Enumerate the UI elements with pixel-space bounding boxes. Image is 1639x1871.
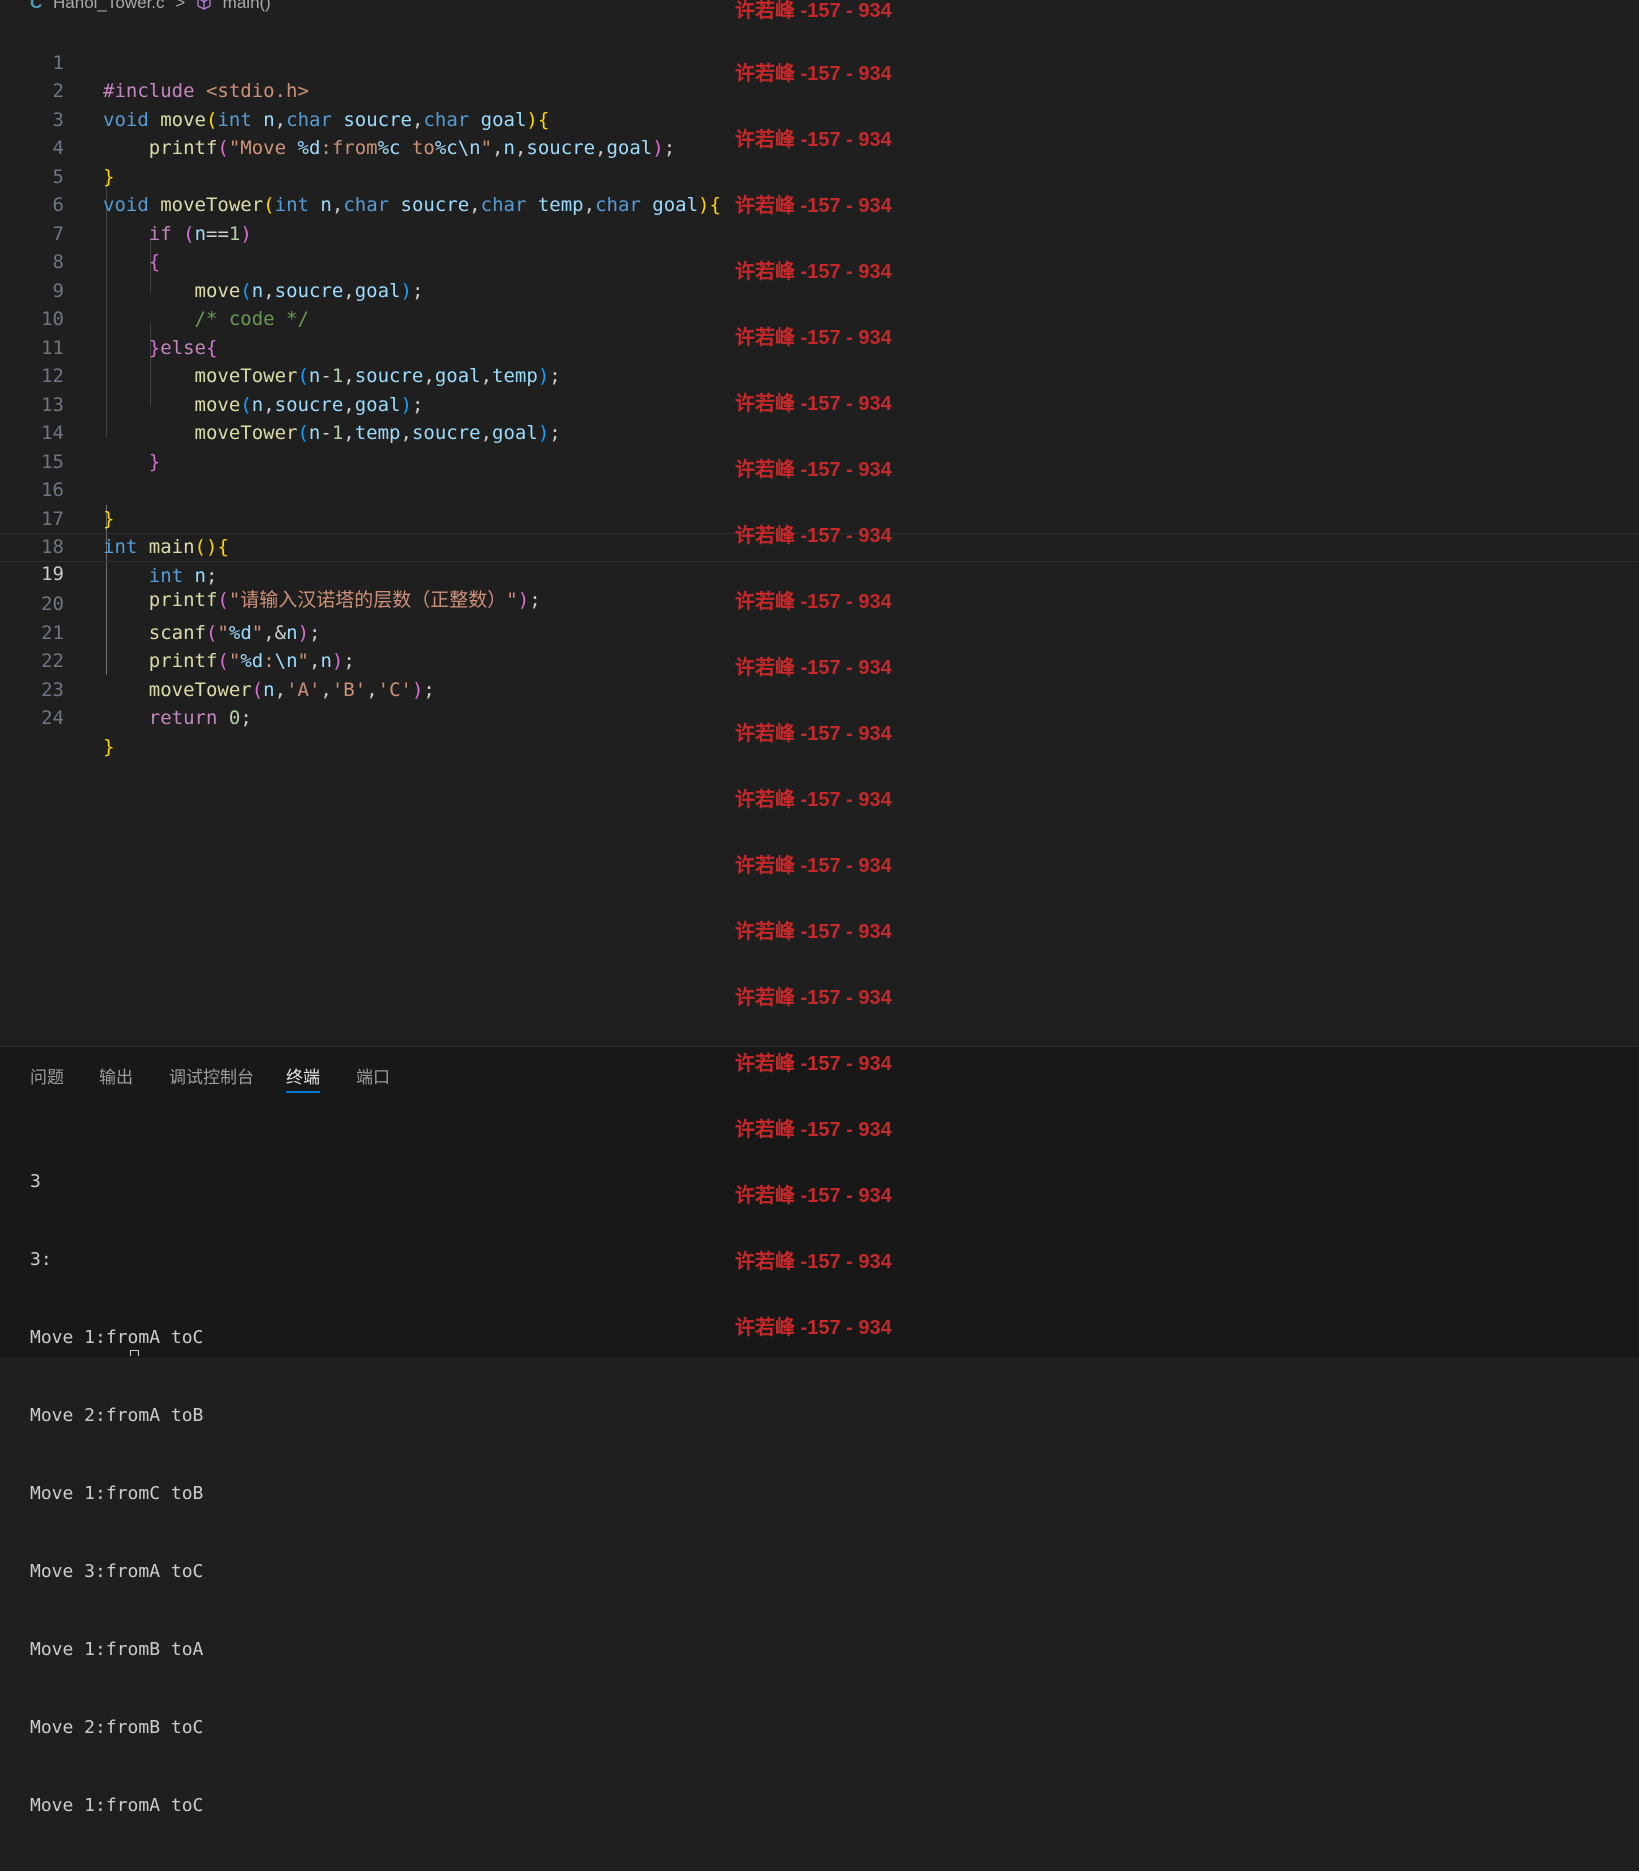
terminal-line: Move 1:fromC toB [30,1483,204,1504]
terminal-line: Move 3:fromA toC [30,1561,204,1582]
tab-problems[interactable]: 问题 [30,1063,64,1088]
tab-output[interactable]: 输出 [99,1063,133,1088]
code-line: 22 moveTower(n,'A','B','C'); [0,619,1639,701]
terminal-line: Move 2:fromB toC [30,1717,204,1738]
watermark: 许若峰 -157 - 934 [735,1119,892,1141]
watermark: 许若峰 -157 - 934 [735,63,892,85]
tab-terminal[interactable]: 终端 [286,1063,320,1093]
terminal-line: Move 1:fromB toA [30,1639,204,1660]
terminal-line: 3: [30,1249,52,1270]
breadcrumb-file[interactable]: Hanoi_Tower.c [53,0,165,12]
watermark: 许若峰 -157 - 934 [735,459,892,481]
watermark: 许若峰 -157 - 934 [735,1251,892,1273]
code-text: return 0; [148,707,252,729]
watermark: 许若峰 -157 - 934 [735,855,892,877]
breadcrumb-symbol[interactable]: main() [223,0,271,12]
watermark: 许若峰 -157 - 934 [735,921,892,943]
watermark: 许若峰 -157 - 934 [735,1317,892,1339]
terminal-cursor [130,1350,139,1356]
breadcrumb-separator: > [175,0,186,12]
code-line: 15 [0,419,1639,473]
terminal-line: Move 2:fromA toB [30,1405,204,1426]
watermark: 许若峰 -157 - 934 [735,327,892,349]
terminal-line: Move 1:fromA toC [30,1327,204,1348]
code-text: } [103,735,115,758]
watermark: 许若峰 -157 - 934 [735,723,892,745]
watermark: 许若峰 -157 - 934 [735,525,892,547]
watermark: 许若峰 -157 - 934 [735,129,892,151]
watermark: 许若峰 -157 - 934 [735,195,892,217]
active-tab-indicator [286,1091,320,1093]
watermark: 许若峰 -157 - 934 [735,1185,892,1207]
tab-ports[interactable]: 端口 [356,1063,390,1088]
cube-icon [196,0,217,12]
terminal-output[interactable]: 3 3: Move 1:fromA toC Move 2:fromA toB M… [30,1117,203,1871]
watermark: 许若峰 -157 - 934 [735,987,892,1009]
c-file-icon: C [30,0,43,12]
watermark: 许若峰 -157 - 934 [735,393,892,415]
watermark: 许若峰 -157 - 934 [735,657,892,679]
watermark: 许若峰 -157 - 934 [735,789,892,811]
code-line: 1 #include <stdio.h> [0,20,1639,103]
terminal-line: 3 [30,1171,41,1192]
watermark: 许若峰 -157 - 934 [735,591,892,613]
watermark: 许若峰 -157 - 934 [735,261,892,283]
code-line: 6 if (n==1) [0,163,1639,245]
terminal-line: Move 1:fromA toC [30,1795,204,1816]
watermark: 许若峰 -157 - 934 [735,0,892,22]
watermark: 许若峰 -157 - 934 [735,1053,892,1075]
line-number: 24 [41,707,64,729]
code-line: 8 move(n,soucre,goal); [0,220,1639,302]
tab-debug-console[interactable]: 调试控制台 [169,1063,254,1088]
